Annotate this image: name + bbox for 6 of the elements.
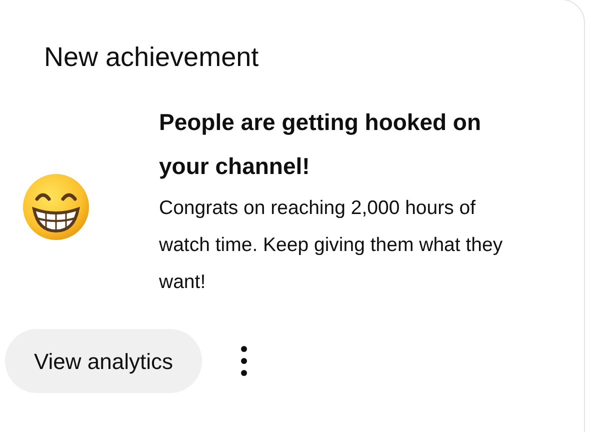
achievement-heading: People are getting hooked on your channel! (159, 108, 482, 181)
achievement-description: Congrats on reaching 2,000 hours of watch time. Keep giving them what they want! (159, 196, 504, 295)
card-title: New achievement (44, 41, 260, 74)
view-analytics-button[interactable]: View analytics (5, 329, 202, 393)
more-options-icon[interactable] (240, 345, 248, 377)
smiley-icon (22, 173, 90, 241)
